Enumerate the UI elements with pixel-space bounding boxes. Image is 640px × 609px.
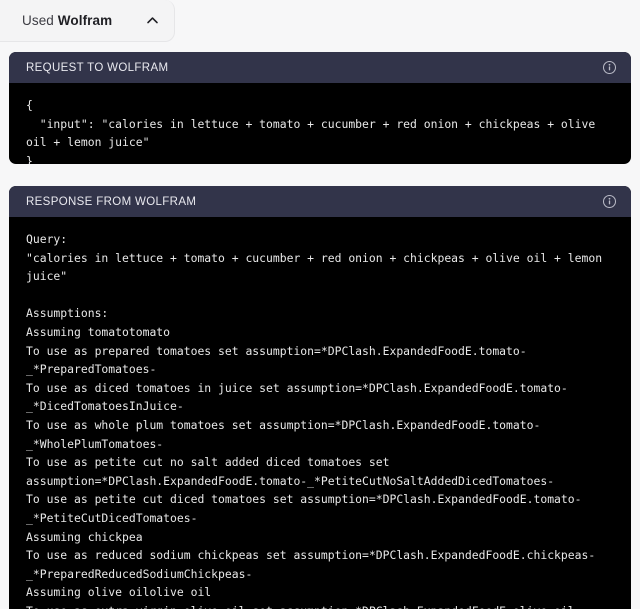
request-panel: REQUEST TO WOLFRAM { "input": "calories … [9,52,631,164]
response-code-block: Query: "calories in lettuce + tomato + cu… [9,217,631,609]
response-panel-title: RESPONSE FROM WOLFRAM [26,195,197,208]
code-line: To use as whole plum tomatoes set assump… [26,417,541,451]
code-line: To use as extra virgin olive oil set ass… [26,602,614,609]
code-line: Assuming chickpea [26,529,143,544]
wolfram-tool-output-view: Used Wolfram REQUEST TO WOLFRAM { "input… [0,0,640,609]
used-prefix: Used [22,13,58,28]
code-line: To use as petite cut diced tomatoes set … [26,492,582,525]
response-panel-header: RESPONSE FROM WOLFRAM [9,186,631,217]
response-panel: RESPONSE FROM WOLFRAM Query: "calories in… [9,186,631,609]
code-line: { [26,98,33,112]
code-line: } [26,153,33,164]
request-panel-title: REQUEST TO WOLFRAM [26,61,169,74]
code-line: To use as prepared tomatoes set assumpti… [26,343,527,377]
code-line: Query: [26,232,68,246]
request-panel-header: REQUEST TO WOLFRAM [9,52,631,83]
tool-name: Wolfram [57,13,113,28]
used-wolfram-toggle[interactable]: Used Wolfram [0,0,175,42]
code-line: Assuming tomatotomato [26,324,171,339]
code-line: To use as petite cut no salt added diced… [26,455,555,488]
info-circle-icon[interactable] [602,60,617,75]
code-line: Assuming olive oilolive oil [26,585,212,600]
info-circle-icon[interactable] [602,194,617,209]
chevron-up-icon[interactable] [145,13,160,28]
request-code-block: { "input": "calories in lettuce + tomato… [9,83,631,164]
code-line: "calories in lettuce + tomato + cucumber… [26,250,609,284]
code-line: Assumptions: [26,306,109,321]
code-line: To use as reduced sodium chickpeas set a… [26,548,596,581]
used-wolfram-label: Used Wolfram [22,13,112,28]
code-line: To use as diced tomatoes in juice set as… [26,380,568,414]
code-line: "input": "calories in lettuce + tomato +… [26,116,603,150]
